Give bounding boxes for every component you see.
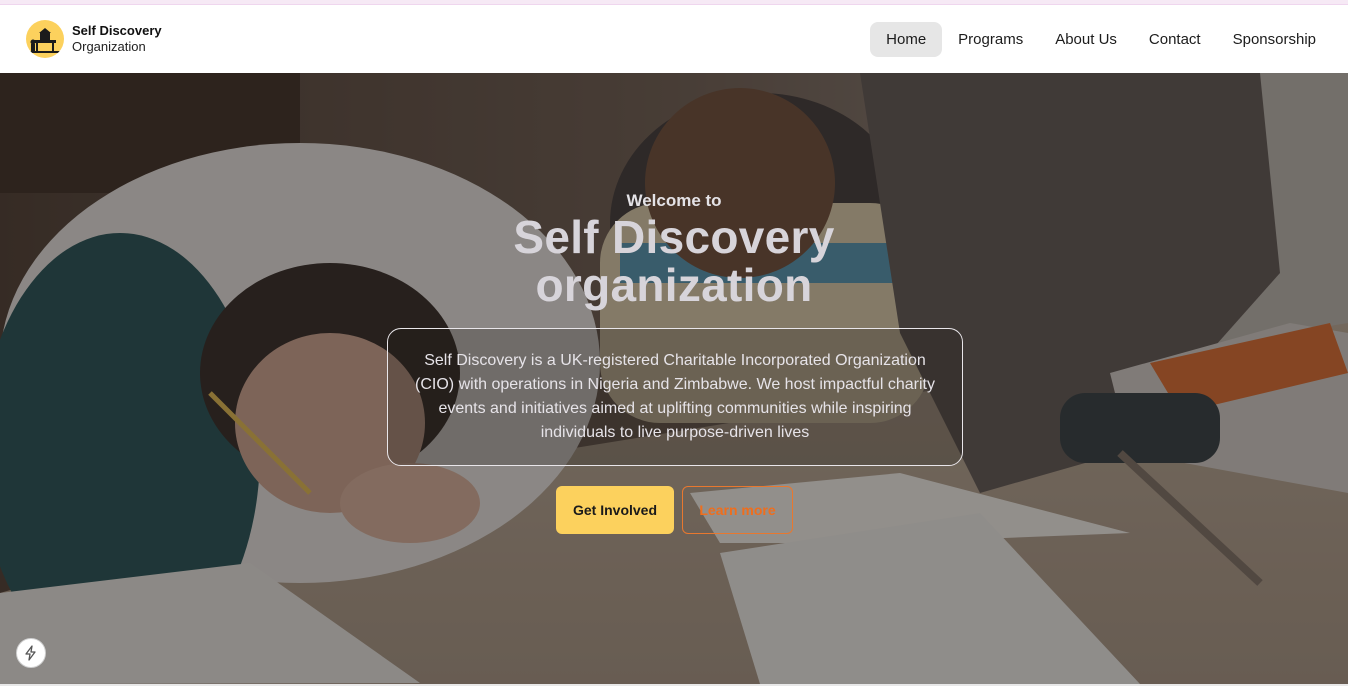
brand-name: Self Discovery (72, 23, 162, 38)
hero-description: Self Discovery is a UK-registered Charit… (387, 328, 963, 466)
hero-welcome: Welcome to (626, 191, 722, 210)
school-desk-logo-icon (26, 20, 64, 58)
nav-item-programs[interactable]: Programs (942, 22, 1039, 57)
nav-item-sponsorship[interactable]: Sponsorship (1217, 22, 1332, 57)
hero-section: Welcome to Self Discovery organization S… (0, 73, 1348, 684)
nav-item-contact[interactable]: Contact (1133, 22, 1217, 57)
site-header: Self Discovery Organization Home Program… (0, 5, 1348, 73)
brand[interactable]: Self Discovery Organization (26, 20, 162, 58)
nav-item-home[interactable]: Home (870, 21, 943, 57)
main-nav: Home Programs About Us Contact Sponsorsh… (870, 21, 1332, 57)
nav-item-about-us[interactable]: About Us (1039, 22, 1133, 57)
bolt-icon[interactable] (16, 638, 46, 668)
learn-more-button[interactable]: Learn more (682, 486, 793, 534)
hero-title-line1: Self Discovery (513, 211, 835, 263)
brand-subtitle: Organization (72, 39, 146, 54)
get-involved-button[interactable]: Get Involved (556, 486, 674, 534)
hero-title-line2: organization (535, 259, 813, 311)
hero-title: Self Discovery organization (0, 213, 1348, 309)
